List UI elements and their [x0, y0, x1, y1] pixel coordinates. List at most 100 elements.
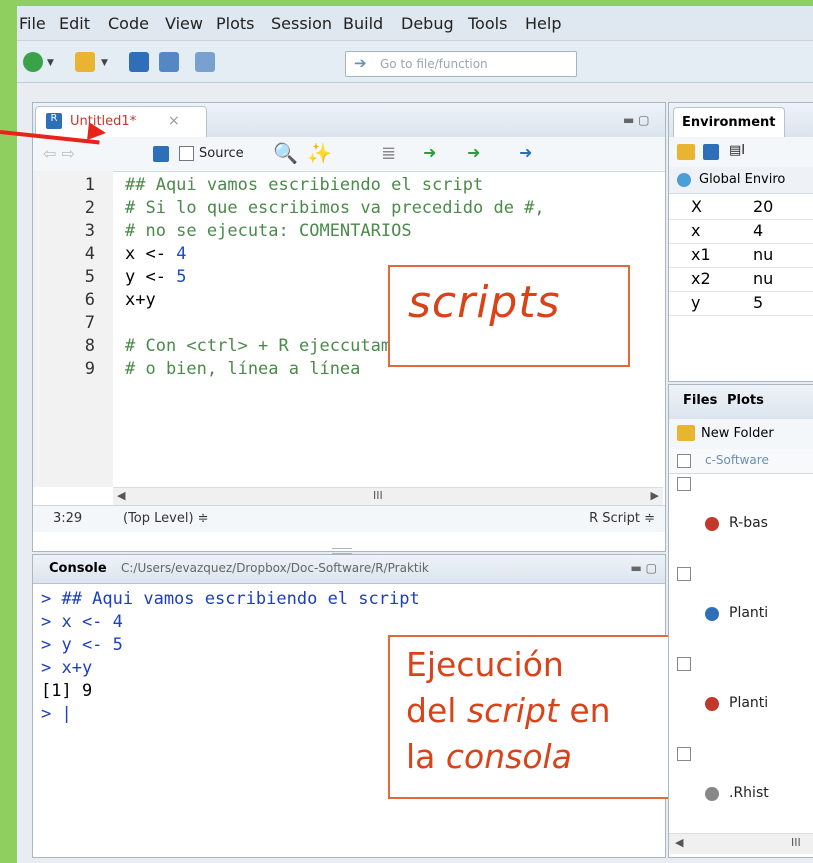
open-folder-icon[interactable] — [75, 52, 95, 72]
console-line: > x+y — [41, 658, 93, 678]
line-number: 2 — [84, 198, 95, 218]
file-checkbox[interactable] — [677, 657, 691, 671]
menu-build[interactable]: Build — [343, 14, 383, 33]
select-all-checkbox[interactable] — [677, 454, 691, 468]
environment-scope-selector[interactable]: Global Enviro — [669, 167, 813, 194]
tab-untitled1[interactable]: R Untitled1* × — [35, 106, 207, 137]
tab-environment[interactable]: Environment — [673, 107, 785, 138]
variable-value: 20 — [753, 197, 774, 216]
menu-debug[interactable]: Debug — [401, 14, 454, 33]
source-icon[interactable]: ➜ — [519, 143, 532, 162]
file-name[interactable]: .Rhist — [729, 785, 769, 801]
file-name[interactable]: Planti — [729, 605, 768, 621]
menu-edit[interactable]: Edit — [59, 14, 90, 33]
pane-splitter[interactable] — [332, 548, 352, 554]
menubar: File Edit Code View Plots Session Build … — [17, 6, 813, 41]
goto-arrow-icon: ➔ — [354, 54, 367, 72]
menu-plots[interactable]: Plots — [216, 14, 255, 33]
search-icon[interactable]: 🔍 — [273, 141, 298, 165]
save-workspace-icon[interactable] — [703, 144, 719, 160]
menu-tools[interactable]: Tools — [468, 14, 507, 33]
variable-name: x2 — [691, 269, 711, 288]
file-checkbox[interactable] — [677, 747, 691, 761]
code-line[interactable]: # Si lo que escribimos va precedido de #… — [125, 198, 545, 218]
files-breadcrumb: c-Software — [669, 449, 813, 474]
variable-name: y — [691, 293, 701, 312]
variable-name: X — [691, 197, 702, 216]
file-checkbox[interactable] — [677, 477, 691, 491]
menu-help[interactable]: Help — [525, 14, 561, 33]
code-line[interactable]: ## Aqui vamos escribiendo el script — [125, 175, 483, 195]
file-name[interactable]: R-bas — [729, 515, 768, 531]
r-file-icon: R — [46, 113, 62, 129]
import-dataset-button[interactable]: ▤I — [729, 143, 745, 158]
menu-session[interactable]: Session — [271, 14, 332, 33]
scripts-annotation: scripts — [388, 265, 630, 367]
menu-code[interactable]: Code — [108, 14, 149, 33]
files-horizontal-scrollbar[interactable]: ◀ III — [669, 833, 813, 854]
save-all-icon[interactable] — [159, 52, 179, 72]
environment-row[interactable]: x4 — [669, 219, 813, 244]
rerun-icon[interactable]: ➜ — [467, 143, 480, 162]
annotation-arrowhead — [87, 122, 107, 142]
close-icon[interactable]: × — [168, 113, 180, 129]
new-folder-icon[interactable] — [677, 425, 695, 441]
variable-value: nu — [753, 245, 774, 264]
environment-row[interactable]: X 20 — [669, 195, 813, 220]
editor-status-bar: 3:29 (Top Level) ≑ R Script ≑ — [33, 505, 665, 532]
editor-pane: ▬ ▢ ⇦ ⇨ Source 🔍 ✨ ≣ ➜ ➜ ➜ 1 2 3 4 5 6 7 8 9 ## … — [32, 102, 666, 552]
annotation-line-3: la consola — [406, 737, 572, 776]
environment-row[interactable]: x2 nu — [669, 267, 813, 292]
environment-pane: Environment ▤I Global Enviro X 20 x 4 x1 nu x2… — [668, 102, 813, 382]
back-forward-icon[interactable]: ⇦ ⇨ — [43, 144, 75, 163]
new-file-icon[interactable] — [23, 52, 43, 72]
file-icon — [705, 607, 719, 621]
load-workspace-icon[interactable] — [677, 144, 695, 160]
menu-file[interactable]: File — [19, 14, 46, 33]
goto-file-input[interactable]: ➔ Go to file/function — [345, 51, 577, 77]
save-icon[interactable] — [153, 146, 169, 162]
outline-icon[interactable]: ≣ — [381, 143, 396, 164]
line-number: 9 — [84, 359, 95, 379]
file-checkbox[interactable] — [677, 567, 691, 581]
environment-row[interactable]: y5 — [669, 291, 813, 316]
code-line[interactable]: # no se ejecuta: COMENTARIOS — [125, 221, 412, 241]
code-tools-wand-icon[interactable]: ✨ — [307, 141, 332, 165]
variable-name: x — [691, 221, 701, 240]
console-line: > y <- 5 — [41, 635, 123, 655]
save-icon[interactable] — [129, 52, 149, 72]
file-name[interactable]: Planti — [729, 695, 768, 711]
minimize-maximize-icon[interactable]: ▬ ▢ — [623, 113, 657, 127]
file-type-selector[interactable]: R Script ≑ — [589, 511, 655, 526]
scope-selector[interactable]: (Top Level) ≑ — [123, 511, 209, 526]
files-pane: Files Plots New Folder c-Software R-bas P… — [668, 384, 813, 858]
goto-placeholder: Go to file/function — [380, 57, 488, 71]
breadcrumb-folder[interactable]: c-Software — [705, 453, 769, 467]
code-line[interactable]: x <- 4 — [125, 244, 186, 264]
tab-plots[interactable]: Plots — [727, 393, 764, 408]
line-number: 6 — [84, 290, 95, 310]
source-on-save-checkbox[interactable] — [179, 146, 194, 161]
chevron-down-icon[interactable]: ▼ — [47, 58, 54, 68]
console-line: [1] 9 — [41, 681, 93, 701]
print-icon[interactable] — [195, 52, 215, 72]
code-line[interactable]: # o bien, línea a línea — [125, 359, 360, 379]
cursor-position: 3:29 — [53, 511, 83, 526]
line-number: 1 — [84, 175, 95, 195]
code-line[interactable]: x+y — [125, 290, 156, 310]
run-line-icon[interactable]: ➜ — [423, 143, 436, 162]
minimize-maximize-icon[interactable]: ▬ ▢ — [631, 561, 658, 575]
scripts-annotation-text: scripts — [408, 277, 561, 328]
env-toolbar: ▤I — [669, 137, 813, 168]
console-line: > ## Aqui vamos escribiendo el script — [41, 589, 420, 609]
tab-files[interactable]: Files — [683, 393, 717, 408]
env-tabstrip: Environment — [669, 103, 813, 138]
code-line[interactable]: y <- 5 — [125, 267, 186, 287]
environment-row[interactable]: x1 nu — [669, 243, 813, 268]
new-folder-button[interactable]: New Folder — [701, 426, 774, 441]
files-tabstrip: Files Plots — [669, 385, 813, 420]
line-number-gutter: 1 2 3 4 5 6 7 8 9 — [33, 171, 113, 487]
menu-view[interactable]: View — [165, 14, 203, 33]
chevron-down-icon[interactable]: ▼ — [101, 58, 108, 68]
editor-horizontal-scrollbar[interactable]: ◀ III ▶ — [113, 487, 663, 506]
